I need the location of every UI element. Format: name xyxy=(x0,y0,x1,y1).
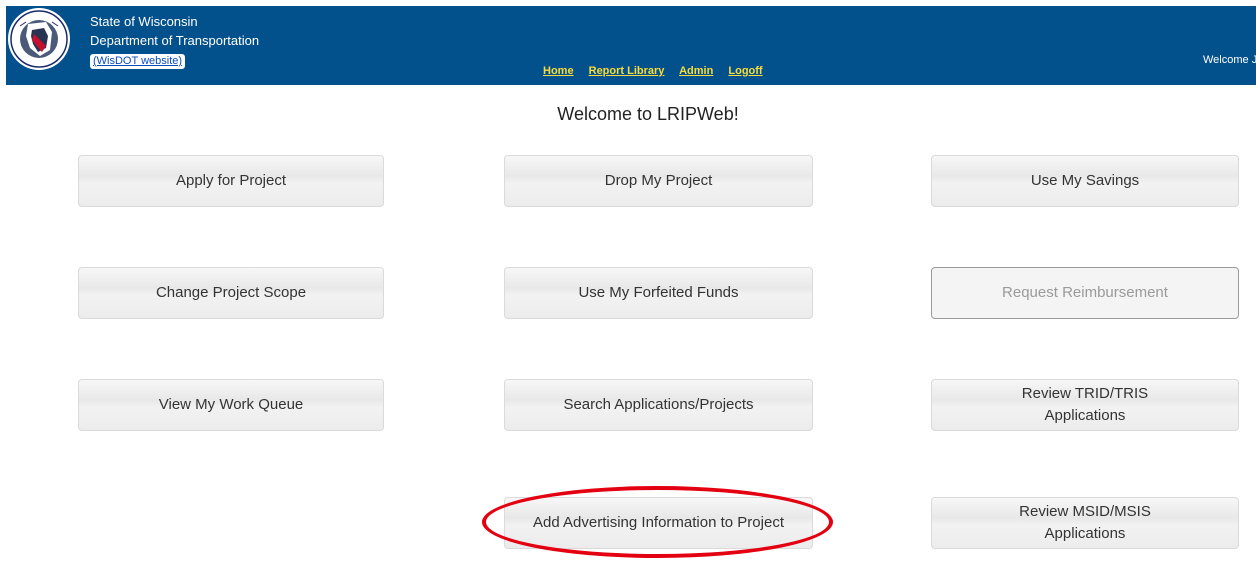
tile-label: Request Reimbursement xyxy=(1002,284,1168,301)
agency-info: State of Wisconsin Department of Transpo… xyxy=(90,12,259,69)
tile-label: Search Applications/Projects xyxy=(563,396,754,413)
use-my-forfeited-funds-button[interactable]: Use My Forfeited Funds xyxy=(504,267,813,319)
wisdot-website-link[interactable]: (WisDOT website) xyxy=(90,54,186,69)
drop-my-project-button[interactable]: Drop My Project xyxy=(504,155,813,207)
tile-label-line2: Applications xyxy=(1044,525,1126,542)
tile-label: Use My Forfeited Funds xyxy=(578,284,739,301)
top-nav: Home Report Library Admin Logoff xyxy=(543,65,775,77)
nav-home-link[interactable]: Home xyxy=(543,65,574,77)
nav-report-library-link[interactable]: Report Library xyxy=(589,65,665,77)
tile-label-line1: Review MSID/MSIS xyxy=(1019,503,1151,520)
nav-admin-link[interactable]: Admin xyxy=(679,65,713,77)
request-reimbursement-button[interactable]: Request Reimbursement xyxy=(931,267,1239,319)
tile-label: Apply for Project xyxy=(175,172,287,189)
apply-for-project-button[interactable]: Apply for Project xyxy=(78,155,384,207)
search-applications-projects-button[interactable]: Search Applications/Projects xyxy=(504,379,813,431)
tile-label-line2: Applications xyxy=(1044,407,1126,424)
nav-logoff-link[interactable]: Logoff xyxy=(728,65,762,77)
tile-label: Use My Savings xyxy=(1030,172,1140,189)
welcome-user-text: Welcome J xyxy=(1203,54,1256,66)
add-advertising-information-button[interactable]: Add Advertising Information to Project xyxy=(504,497,813,549)
review-msid-msis-applications-button[interactable]: Review MSID/MSIS Applications xyxy=(931,497,1239,549)
tile-label: Change Project Scope xyxy=(155,284,307,301)
change-project-scope-button[interactable]: Change Project Scope xyxy=(78,267,384,319)
tile-label-line1: Review TRID/TRIS xyxy=(1021,385,1149,402)
view-my-work-queue-button[interactable]: View My Work Queue xyxy=(78,379,384,431)
tile-label: Add Advertising Information to Project xyxy=(533,514,784,531)
header-banner: State of Wisconsin Department of Transpo… xyxy=(6,6,1256,85)
agency-department: Department of Transportation xyxy=(90,33,260,48)
wisdot-seal-icon xyxy=(8,8,70,70)
page: State of Wisconsin Department of Transpo… xyxy=(0,0,1256,562)
review-trid-tris-applications-button[interactable]: Review TRID/TRIS Applications xyxy=(931,379,1239,431)
agency-state: State of Wisconsin xyxy=(90,14,198,29)
tile-label: Drop My Project xyxy=(604,172,713,189)
use-my-savings-button[interactable]: Use My Savings xyxy=(931,155,1239,207)
tile-label: View My Work Queue xyxy=(158,396,304,413)
page-title: Welcome to LRIPWeb! xyxy=(557,104,739,124)
